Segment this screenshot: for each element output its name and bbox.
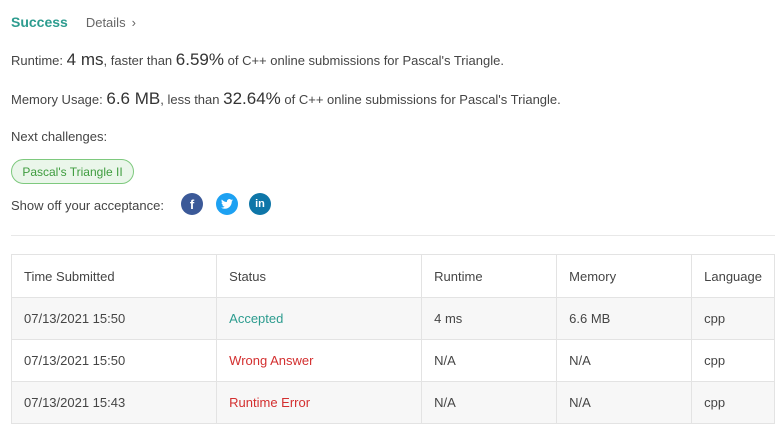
runtime-percent: 6.59%: [175, 50, 224, 69]
next-challenge-chip[interactable]: Pascal's Triangle II: [11, 159, 134, 184]
cell-runtime: N/A: [421, 381, 558, 424]
cell-memory: N/A: [556, 381, 693, 424]
share-label: Show off your acceptance:: [11, 198, 164, 213]
runtime-summary: Runtime: 4 ms, faster than 6.59% of C++ …: [11, 50, 504, 70]
submission-result-panel: Success Details › Runtime: 4 ms, faster …: [0, 0, 783, 443]
section-divider: [11, 235, 775, 236]
table-row[interactable]: 07/13/2021 15:43 Runtime Error N/A N/A c…: [10, 381, 775, 424]
runtime-suffix: of C++ online submissions for Pascal's T…: [227, 53, 504, 68]
cell-memory: N/A: [556, 339, 693, 382]
facebook-icon[interactable]: f: [181, 193, 203, 215]
runtime-value: 4 ms: [66, 50, 104, 69]
chevron-right-icon[interactable]: ›: [132, 15, 136, 30]
memory-value: 6.6 MB: [106, 89, 161, 108]
cell-language: cpp: [691, 339, 775, 382]
memory-label: Memory Usage:: [11, 92, 103, 107]
result-header: Success Details ›: [11, 14, 136, 30]
cell-language: cpp: [691, 381, 775, 424]
table-row[interactable]: 07/13/2021 15:50 Wrong Answer N/A N/A cp…: [10, 339, 775, 382]
runtime-mid-text: , faster than: [103, 53, 173, 68]
cell-time: 07/13/2021 15:50: [10, 339, 218, 382]
memory-percent: 32.64%: [223, 89, 281, 108]
cell-time: 07/13/2021 15:50: [10, 297, 218, 340]
twitter-bird-glyph: [221, 199, 233, 209]
submissions-table: Time Submitted Status Runtime Memory Lan…: [10, 254, 775, 424]
next-challenges-label: Next challenges:: [11, 129, 108, 144]
result-status-title: Success: [11, 14, 68, 30]
runtime-label: Runtime:: [11, 53, 64, 68]
linkedin-icon[interactable]: in: [249, 193, 271, 215]
column-header-time: Time Submitted: [10, 254, 218, 298]
details-label[interactable]: Details: [86, 15, 126, 30]
details-link[interactable]: Details ›: [86, 15, 136, 30]
column-header-status: Status: [216, 254, 423, 298]
cell-status-link[interactable]: Accepted: [216, 297, 423, 340]
column-header-language: Language: [691, 254, 775, 298]
cell-runtime: 4 ms: [421, 297, 558, 340]
column-header-runtime: Runtime: [421, 254, 558, 298]
table-row[interactable]: 07/13/2021 15:50 Accepted 4 ms 6.6 MB cp…: [10, 297, 775, 340]
cell-language: cpp: [691, 297, 775, 340]
cell-memory: 6.6 MB: [556, 297, 693, 340]
cell-status-link[interactable]: Wrong Answer: [216, 339, 423, 382]
memory-suffix: of C++ online submissions for Pascal's T…: [284, 92, 561, 107]
column-header-memory: Memory: [556, 254, 693, 298]
twitter-icon[interactable]: [216, 193, 238, 215]
cell-time: 07/13/2021 15:43: [10, 381, 218, 424]
memory-summary: Memory Usage: 6.6 MB, less than 32.64% o…: [11, 89, 561, 109]
memory-mid-text: , less than: [160, 92, 220, 107]
cell-status-link[interactable]: Runtime Error: [216, 381, 423, 424]
table-header-row: Time Submitted Status Runtime Memory Lan…: [10, 254, 775, 298]
cell-runtime: N/A: [421, 339, 558, 382]
